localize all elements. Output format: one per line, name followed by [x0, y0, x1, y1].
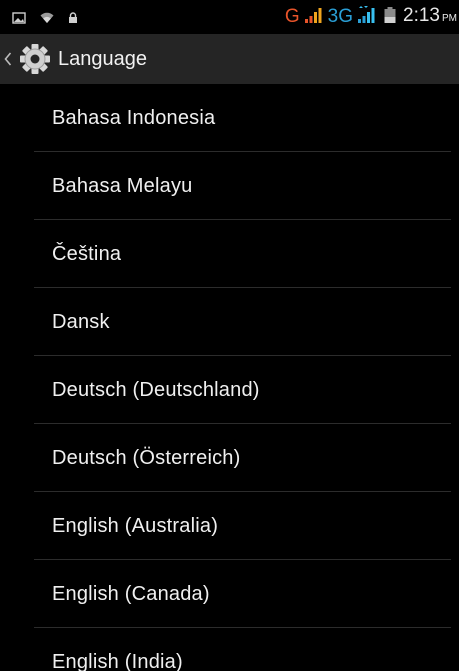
wifi-icon [40, 9, 54, 28]
language-list: Bahasa Indonesia Bahasa Melayu Čeština D… [0, 84, 459, 671]
list-item-bahasa-indonesia[interactable]: Bahasa Indonesia [0, 84, 459, 152]
lock-icon [68, 9, 78, 28]
signal-icon [357, 6, 379, 28]
screen: G 3G 2:13 PM Language Bahasa Indonesia B… [0, 0, 459, 671]
list-item-label: English (Canada) [52, 582, 210, 605]
system-icons: G 3G 2:13 PM [285, 4, 457, 30]
settings-gear-icon[interactable] [18, 42, 52, 76]
list-item-deutsch-osterreich[interactable]: Deutsch (Österreich) [0, 424, 459, 492]
list-item-label: Dansk [52, 310, 110, 333]
list-item-label: Deutsch (Österreich) [52, 446, 241, 469]
list-item-label: English (India) [52, 650, 183, 671]
list-item-english-canada[interactable]: English (Canada) [0, 560, 459, 628]
battery-icon [383, 6, 397, 28]
status-bar: G 3G 2:13 PM [0, 0, 459, 34]
clock-ampm: PM [442, 12, 457, 24]
signal-icon [304, 6, 324, 28]
list-item-label: English (Australia) [52, 514, 219, 537]
list-item-label: Čeština [52, 242, 122, 265]
page-title: Language [58, 47, 147, 70]
clock-time: 2:13 [403, 4, 440, 26]
list-item-bahasa-melayu[interactable]: Bahasa Melayu [0, 152, 459, 220]
action-bar: Language [0, 34, 459, 84]
clock: 2:13 PM [403, 3, 457, 32]
list-item-label: Bahasa Indonesia [52, 106, 216, 129]
network-type: 3G [327, 6, 354, 27]
list-item-dansk[interactable]: Dansk [0, 288, 459, 356]
notification-icons [12, 9, 78, 28]
list-item-label: Bahasa Melayu [52, 174, 193, 197]
list-item-deutsch-deutschland[interactable]: Deutsch (Deutschland) [0, 356, 459, 424]
back-chevron-icon[interactable] [4, 52, 16, 66]
screenshot-icon [12, 9, 26, 28]
list-item-label: Deutsch (Deutschland) [52, 378, 260, 401]
list-item-english-australia[interactable]: English (Australia) [0, 492, 459, 560]
list-item-cestina[interactable]: Čeština [0, 220, 459, 288]
list-item-english-india[interactable]: English (India) [0, 628, 459, 671]
carrier-indicator: G [284, 6, 300, 27]
